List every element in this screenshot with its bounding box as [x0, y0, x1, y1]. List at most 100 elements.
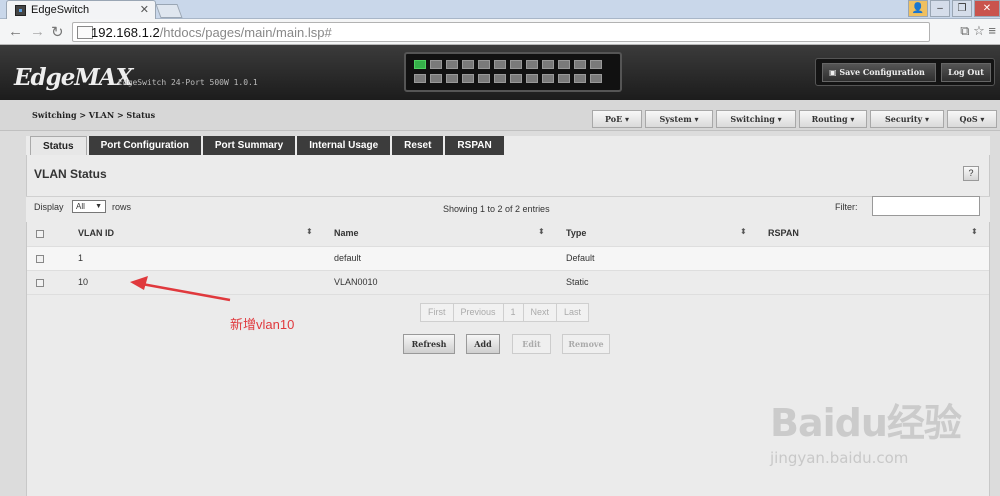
row-checkbox[interactable]: [36, 279, 44, 287]
pager-previous[interactable]: Previous: [452, 303, 504, 322]
menu-security-label: Security: [885, 114, 923, 124]
edit-button[interactable]: Edit: [512, 334, 551, 354]
port-led: [494, 74, 506, 83]
new-tab-button[interactable]: [155, 4, 183, 18]
filter-label: Filter:: [835, 202, 858, 212]
port-led: [510, 60, 522, 69]
arrow-head: [130, 276, 148, 290]
pager-last[interactable]: Last: [556, 303, 590, 322]
breadcrumb: Switching > VLAN > Status: [32, 110, 156, 120]
pagination: First Previous 1 Next Last: [420, 303, 590, 322]
col-name[interactable]: Name: [334, 228, 359, 238]
menu-switching[interactable]: Switching ▾: [716, 110, 796, 128]
select-all-checkbox[interactable]: [36, 230, 44, 238]
port-led: [446, 74, 458, 83]
pager-next[interactable]: Next: [522, 303, 558, 322]
filter-input[interactable]: [872, 196, 980, 216]
menu-security[interactable]: Security ▾: [870, 110, 944, 128]
add-button[interactable]: Add: [466, 334, 500, 354]
chevron-down-icon: ▼: [95, 203, 102, 210]
entries-info: Showing 1 to 2 of 2 entries: [443, 204, 550, 214]
reload-icon[interactable]: ↻: [51, 23, 64, 41]
rows-label: rows: [112, 202, 132, 212]
save-configuration-button[interactable]: ▣ Save Configuration: [822, 63, 936, 82]
cell-type: Default: [566, 253, 595, 263]
port-led: [478, 74, 490, 83]
cell-name: default: [334, 253, 362, 263]
port-led: [494, 60, 506, 69]
pager-first[interactable]: First: [420, 303, 454, 322]
url-text: 192.168.1.2/htdocs/pages/main/main.lsp#: [91, 25, 332, 40]
sort-icon[interactable]: ⬍: [306, 227, 313, 236]
sort-icon[interactable]: ⬍: [538, 227, 545, 236]
browser-nav-bar: ← → ↻ 192.168.1.2/htdocs/pages/main/main…: [0, 19, 1000, 45]
tab-rspan[interactable]: RSPAN: [445, 136, 504, 155]
user-icon[interactable]: 👤: [908, 0, 928, 17]
menu-qos[interactable]: QoS ▾: [947, 110, 997, 128]
port-led: [558, 60, 570, 69]
bookmark-star-icon[interactable]: ⧉ ☆ ≡: [960, 23, 996, 39]
browser-tab-title: EdgeSwitch: [31, 4, 90, 16]
port-led: [414, 74, 426, 83]
menu-routing[interactable]: Routing ▾: [799, 110, 867, 128]
menu-poe[interactable]: PoE ▾: [592, 110, 642, 128]
port-led: [446, 60, 458, 69]
menu-system[interactable]: System ▾: [645, 110, 713, 128]
sort-icon[interactable]: ⬍: [740, 227, 747, 236]
port-led: [430, 74, 442, 83]
port-led: [510, 74, 522, 83]
favicon-icon: [15, 5, 26, 16]
table-header: VLAN ID ⬍ Name ⬍ Type ⬍ RSPAN ⬍: [27, 222, 989, 247]
col-vlan-id[interactable]: VLAN ID: [78, 228, 114, 238]
sort-icon[interactable]: ⬍: [971, 227, 978, 236]
col-rspan[interactable]: RSPAN: [768, 228, 799, 238]
tab-reset[interactable]: Reset: [392, 136, 444, 155]
restore-button[interactable]: ❐: [952, 0, 972, 17]
tab-status[interactable]: Status: [30, 136, 87, 155]
address-bar[interactable]: 192.168.1.2/htdocs/pages/main/main.lsp#: [72, 22, 930, 42]
port-led: [414, 60, 426, 69]
menu-system-label: System: [659, 114, 692, 124]
save-configuration-label: Save Configuration: [839, 67, 925, 77]
table-row[interactable]: 1 default Default: [27, 247, 989, 271]
annotation-arrow: [130, 276, 231, 302]
port-led: [462, 74, 474, 83]
col-type[interactable]: Type: [566, 228, 586, 238]
arrow-shaft: [141, 282, 231, 302]
cell-type: Static: [566, 277, 589, 287]
header-actions: ▣ Save Configuration Log Out: [815, 58, 995, 86]
tab-port-summary[interactable]: Port Summary: [202, 136, 296, 155]
close-tab-icon[interactable]: ✕: [140, 3, 149, 16]
port-led: [478, 60, 490, 69]
forward-icon[interactable]: →: [30, 23, 45, 40]
menu-qos-label: QoS: [959, 114, 978, 124]
port-led: [558, 74, 570, 83]
back-icon[interactable]: ←: [8, 23, 23, 40]
logout-button[interactable]: Log Out: [941, 63, 991, 82]
port-led: [526, 74, 538, 83]
browser-tab[interactable]: EdgeSwitch ✕: [6, 0, 156, 19]
watermark-url: jingyan.baidu.com: [770, 449, 909, 467]
port-led: [542, 60, 554, 69]
cell-name: VLAN0010: [334, 277, 378, 287]
port-led: [574, 74, 586, 83]
panel-title: VLAN Status: [34, 167, 107, 181]
tab-bar: Status Port Configuration Port Summary I…: [30, 136, 504, 155]
refresh-button[interactable]: Refresh: [403, 334, 455, 354]
help-button[interactable]: ?: [963, 166, 979, 181]
minimize-button[interactable]: –: [930, 0, 950, 17]
remove-button[interactable]: Remove: [562, 334, 610, 354]
row-checkbox[interactable]: [36, 255, 44, 263]
port-panel: [404, 52, 622, 92]
pager-page[interactable]: 1: [502, 303, 524, 322]
close-window-button[interactable]: ✕: [974, 0, 1000, 17]
url-path: /htdocs/pages/main/main.lsp#: [159, 25, 332, 40]
annotation-text: 新增vlan10: [230, 317, 295, 332]
port-led: [526, 60, 538, 69]
menu-poe-label: PoE: [604, 114, 623, 124]
display-rows-select[interactable]: All ▼: [72, 200, 106, 213]
port-led: [574, 60, 586, 69]
tab-internal-usage[interactable]: Internal Usage: [297, 136, 391, 155]
watermark-logo: Baidu经验: [770, 401, 962, 445]
tab-port-configuration[interactable]: Port Configuration: [88, 136, 201, 155]
